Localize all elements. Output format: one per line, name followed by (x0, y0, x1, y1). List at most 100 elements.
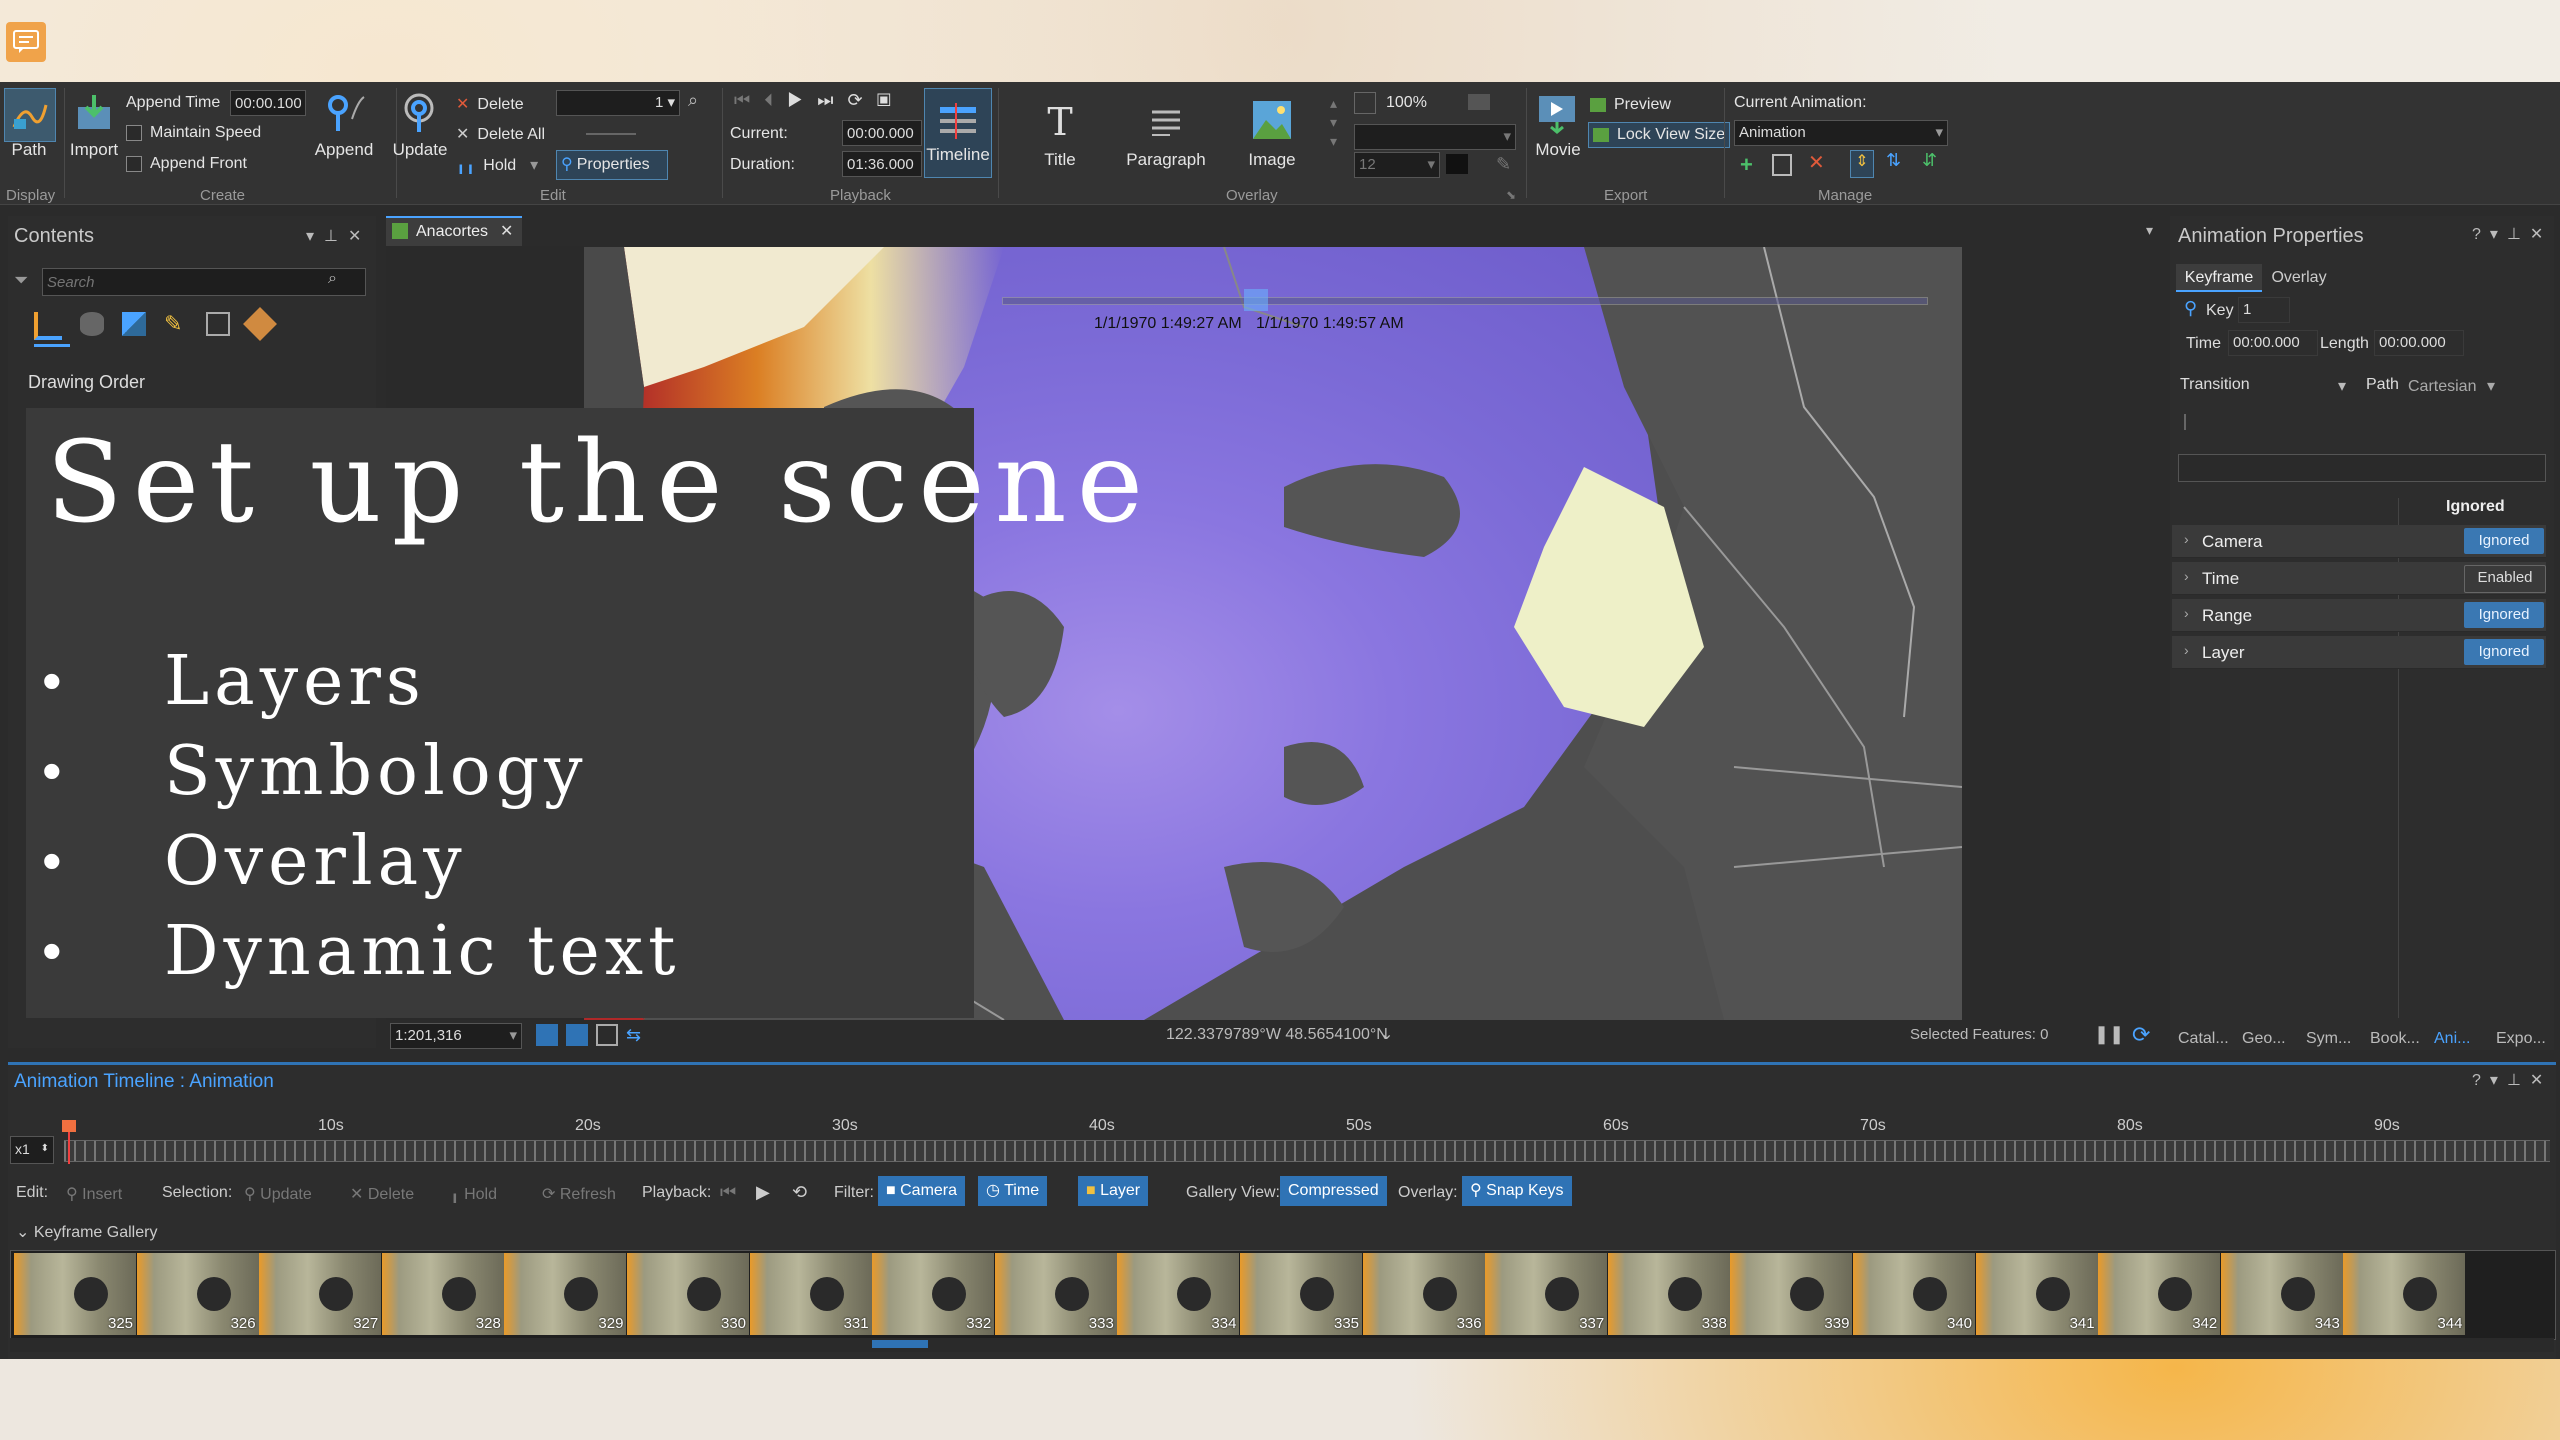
lock-view-size-button[interactable]: Lock View Size (1588, 122, 1731, 148)
keyframe-thumbnail[interactable]: 332 (872, 1253, 995, 1335)
time-slider-thumb[interactable] (1244, 289, 1268, 311)
chevron-right-icon[interactable]: › (2184, 642, 2189, 658)
keyframe-thumbnail[interactable]: 339 (1730, 1253, 1853, 1335)
property-row-time[interactable]: › Time Enabled (2172, 562, 2546, 595)
comment-icon[interactable] (6, 22, 46, 62)
keyframe-thumbnail[interactable]: 340 (1853, 1253, 1975, 1335)
properties-search-box[interactable] (2178, 454, 2546, 482)
sort-down-icon[interactable]: ⇵ (1922, 150, 1937, 171)
delete-button[interactable]: ✕ Delete (456, 94, 524, 114)
tab-keyframe[interactable]: Keyframe (2176, 264, 2262, 292)
labeling-icon[interactable] (243, 307, 277, 341)
font-color-icon[interactable] (1446, 154, 1468, 174)
filter-layer-button[interactable]: ■ Layer (1078, 1176, 1149, 1206)
gallery-scrollbar-thumb[interactable] (872, 1340, 928, 1348)
dialog-launcher-icon[interactable]: ⬊ (1506, 188, 1516, 202)
reverse-animation-icon[interactable]: ⇕ (1850, 150, 1874, 178)
transition-dropdown-icon[interactable]: ▾ (2338, 376, 2346, 396)
keyframe-thumbnail[interactable]: 329 (504, 1253, 627, 1335)
current-animation-dropdown[interactable]: Animation ▾ (1734, 120, 1948, 146)
keyframe-thumbnail[interactable]: 325 (14, 1253, 136, 1335)
property-state-badge[interactable]: Ignored (2464, 639, 2544, 665)
search-icon[interactable]: ⌕ (328, 270, 337, 288)
tab-catalog[interactable]: Catal... (2178, 1030, 2229, 1048)
extent-indicator-icon[interactable] (536, 1024, 558, 1046)
length-value[interactable]: 00:00.000 (2374, 330, 2464, 356)
keyframe-thumbnail[interactable]: 327 (259, 1253, 382, 1335)
property-row-layer[interactable]: › Layer Ignored (2172, 636, 2546, 669)
keyframe-thumbnail[interactable]: 330 (627, 1253, 749, 1335)
filter-time-button[interactable]: ◷ Time (978, 1176, 1048, 1206)
tab-bookmarks[interactable]: Book... (2370, 1030, 2420, 1048)
keyframe-thumbnail[interactable]: 334 (1117, 1253, 1240, 1335)
font-size-dropdown[interactable]: 12 ▾ (1354, 152, 1440, 178)
panel-controls[interactable]: ?▾⊥✕ (2472, 1070, 2552, 1090)
editing-icon[interactable]: ✎ (164, 312, 188, 336)
time-value[interactable]: 00:00.000 (2228, 330, 2318, 356)
title-icon[interactable]: T (1040, 100, 1080, 144)
keyframe-thumbnail[interactable]: 328 (381, 1253, 504, 1335)
data-source-icon[interactable] (80, 312, 104, 336)
path-dropdown[interactable]: Cartesian ▾ (2408, 376, 2495, 396)
chevron-right-icon[interactable]: › (2184, 568, 2189, 584)
property-row-camera[interactable]: › Camera Ignored (2172, 525, 2546, 558)
selected-features[interactable]: Selected Features: 0 (1910, 1026, 2048, 1043)
tab-symbology[interactable]: Sym... (2306, 1030, 2351, 1048)
property-state-badge[interactable]: Enabled (2464, 565, 2546, 593)
keyframe-thumbnail[interactable]: 344 (2343, 1253, 2466, 1335)
refresh-map-icon[interactable]: ⟳ (2132, 1022, 2150, 1048)
keyframe-gallery-header[interactable]: ⌄ Keyframe Gallery (16, 1222, 157, 1242)
tab-overlay[interactable]: Overlay (2264, 264, 2334, 292)
chevron-right-icon[interactable]: › (2184, 531, 2189, 547)
hold-slider[interactable] (586, 133, 636, 135)
tab-geoprocessing[interactable]: Geo... (2242, 1030, 2286, 1048)
skip-start-icon[interactable]: ⏮ (720, 1182, 736, 1203)
properties-button[interactable]: ⚲ Properties (556, 150, 668, 180)
pen-icon[interactable]: ✎ (1496, 154, 1511, 175)
update-button[interactable] (398, 92, 440, 136)
gallery-view-compressed-button[interactable]: Compressed (1280, 1176, 1387, 1206)
keyframe-thumbnail[interactable]: 336 (1362, 1253, 1485, 1335)
duplicate-animation-icon[interactable] (1772, 154, 1792, 176)
play-icon[interactable]: ▶ (756, 1182, 770, 1203)
import-button[interactable] (72, 90, 116, 136)
key-value[interactable]: 1 (2238, 297, 2290, 323)
refresh-button[interactable]: ⟳ Refresh (542, 1184, 616, 1204)
gallery-scrollbar[interactable] (10, 1338, 2554, 1352)
add-animation-icon[interactable]: + (1740, 152, 1753, 178)
append-front-checkbox[interactable]: Append Front (126, 155, 247, 173)
property-row-range[interactable]: › Range Ignored (2172, 599, 2546, 632)
table-icon[interactable] (596, 1024, 618, 1046)
property-state-badge[interactable]: Ignored (2464, 602, 2544, 628)
tab-list-chevron-icon[interactable]: ▾ (2146, 222, 2153, 239)
filter-icon[interactable]: ⏷ (14, 270, 28, 291)
maintain-speed-checkbox[interactable]: Maintain Speed (126, 124, 261, 142)
delete-keyframe-button[interactable]: ✕ Delete (350, 1184, 414, 1204)
zoom-to-keyframe-icon[interactable]: ⌕ (688, 90, 710, 114)
current-time-input[interactable] (842, 120, 922, 146)
selection-icon[interactable] (122, 312, 146, 336)
paragraph-icon[interactable] (1146, 102, 1186, 142)
snap-keys-button[interactable]: ⚲ Snap Keys (1462, 1176, 1572, 1206)
tab-export[interactable]: Expo... (2496, 1030, 2546, 1048)
panel-controls[interactable]: ▾⊥✕ (306, 226, 371, 246)
preview-button[interactable]: Preview (1590, 96, 1671, 114)
opacity-icon[interactable] (1354, 92, 1376, 114)
keyframe-thumbnail[interactable]: 333 (994, 1253, 1117, 1335)
timeline-button[interactable]: Timeline (924, 88, 992, 178)
keyframe-thumbnail[interactable]: 342 (2098, 1253, 2221, 1335)
rotation-icon[interactable]: ⇆ (626, 1024, 648, 1046)
drawing-order-icon[interactable] (34, 312, 62, 340)
property-state-badge[interactable]: Ignored (2464, 528, 2544, 554)
speed-stepper[interactable]: x1 ⬍ (10, 1136, 54, 1164)
time-slider[interactable] (1002, 297, 1928, 305)
map-tab[interactable]: Anacortes ✕ (386, 216, 522, 246)
filter-camera-button[interactable]: ■ Camera (878, 1176, 966, 1206)
transition-slider[interactable] (2184, 414, 2186, 430)
snapping-icon[interactable] (206, 312, 230, 336)
insert-button[interactable]: ⚲ Insert (66, 1184, 122, 1204)
append-button[interactable] (318, 88, 370, 138)
keyframe-thumbnail[interactable]: 337 (1485, 1253, 1608, 1335)
tab-animation-properties[interactable]: Ani... (2434, 1030, 2470, 1048)
path-button[interactable] (4, 88, 56, 142)
